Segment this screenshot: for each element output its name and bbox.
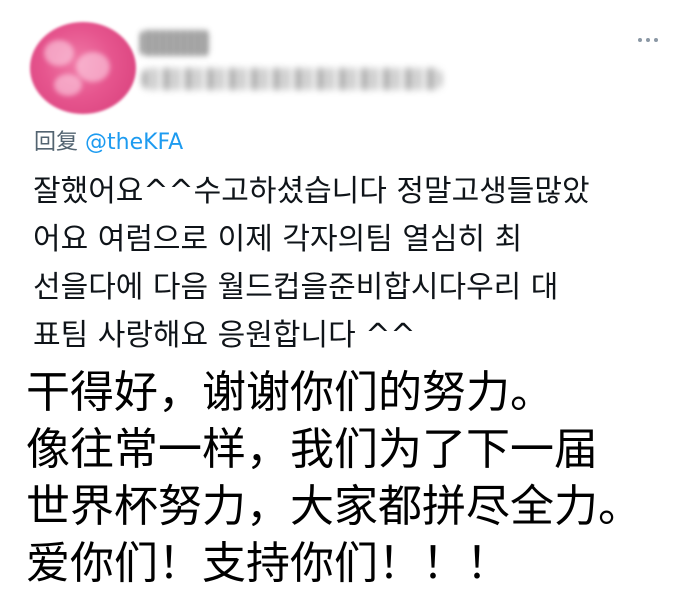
avatar-blur-spot (76, 52, 110, 82)
user-handle-redacted[interactable] (142, 68, 442, 90)
translation-line: 干得好，谢谢你们的努力。 (26, 367, 554, 418)
dot (646, 38, 650, 42)
tweet-text-line: 표팀 사랑해요 응원합니다 ^^ (33, 318, 416, 353)
reply-context: 回复 @theKFA (34, 128, 183, 158)
tweet-text: 잘했어요^^수고하셨습니다 정말고생들많았 어요 여럼으로 이제 각자의팀 열심… (33, 168, 673, 360)
avatar-blur-spot (44, 40, 74, 66)
tweet-text-line: 잘했어요^^수고하셨습니다 정말고생들많았 (33, 174, 590, 209)
translation-line: 爱你们！支持你们！！！ (26, 538, 510, 589)
reply-prefix: 回复 (34, 130, 85, 155)
translation-line: 世界杯努力，大家都拼尽全力。 (26, 481, 642, 532)
dot (654, 38, 658, 42)
more-options-icon[interactable] (638, 38, 658, 42)
dot (638, 38, 642, 42)
tweet-text-line: 어요 여럼으로 이제 각자의팀 열심히 최 (33, 222, 523, 257)
reply-mention-link[interactable]: @theKFA (85, 130, 183, 155)
translation-line: 像往常一样，我们为了下一届 (26, 424, 598, 475)
translation-caption: 干得好，谢谢你们的努力。 像往常一样，我们为了下一届 世界杯努力，大家都拼尽全力… (26, 364, 696, 592)
tweet-text-line: 선을다에 다음 월드컵을준비합시다우리 대 (33, 270, 559, 305)
avatar[interactable] (30, 22, 136, 114)
avatar-blur-spot (54, 74, 82, 96)
display-name-redacted[interactable] (140, 30, 210, 56)
